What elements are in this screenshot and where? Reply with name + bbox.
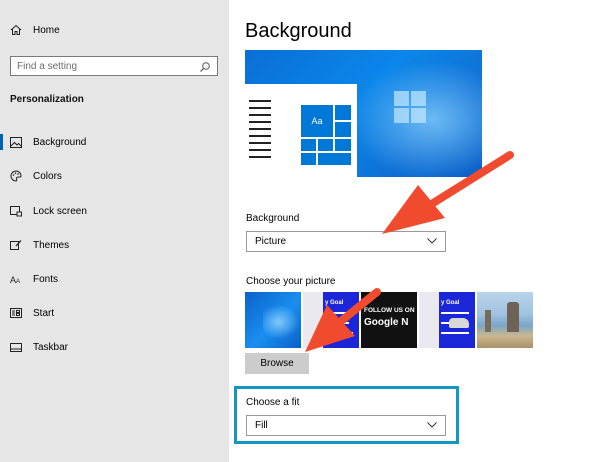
chevron-down-icon (427, 236, 437, 247)
active-indicator (0, 134, 3, 150)
sidebar-item-label: Fonts (33, 273, 59, 285)
sidebar-item-themes[interactable]: Themes (0, 234, 229, 256)
sidebar-item-label: Lock screen (33, 205, 87, 217)
picture-thumbnails: y Goal FOLLOW US ON Google N y Goal (245, 292, 535, 348)
section-title: Personalization (10, 94, 84, 105)
palette-icon (10, 170, 28, 182)
desktop-preview: Aa (245, 50, 482, 177)
search-input[interactable] (17, 60, 199, 72)
thumbnail-promo-3[interactable]: y Goal (419, 292, 475, 348)
fonts-icon: AA (10, 274, 28, 285)
search-box[interactable] (10, 56, 218, 76)
start-icon (10, 308, 28, 318)
sidebar-item-label: Themes (33, 239, 70, 251)
themes-icon (10, 239, 28, 251)
settings-sidebar: Home Personalization Background Colors L… (0, 0, 229, 462)
browse-button[interactable]: Browse (245, 353, 309, 374)
sidebar-item-background[interactable]: Background (0, 131, 229, 153)
background-dropdown[interactable]: Picture (246, 231, 446, 252)
lock-screen-icon (10, 205, 28, 217)
windows-logo (394, 91, 426, 123)
sidebar-item-fonts[interactable]: AA Fonts (0, 268, 229, 290)
thumbnail-beach[interactable] (477, 292, 533, 348)
sidebar-item-label: Colors (33, 170, 62, 182)
taskbar-icon (10, 342, 28, 352)
thumbnail-promo-2[interactable]: FOLLOW US ON Google N (361, 292, 417, 348)
sidebar-item-lock-screen[interactable]: Lock screen (0, 200, 229, 222)
main-panel: Background Aa Background Picture Choose … (229, 0, 600, 462)
fit-dropdown[interactable]: Fill (246, 415, 446, 436)
thumbnail-windows[interactable] (245, 292, 301, 348)
chevron-down-icon (427, 420, 437, 431)
search-icon[interactable] (199, 60, 211, 72)
image-icon (10, 136, 28, 148)
start-menu-preview: Aa (245, 84, 357, 177)
background-value: Picture (255, 236, 287, 247)
thumbnail-promo-1[interactable]: y Goal (303, 292, 359, 348)
home-label: Home (33, 24, 60, 36)
choose-picture-label: Choose your picture (246, 276, 336, 287)
fit-value: Fill (255, 420, 268, 431)
sidebar-item-colors[interactable]: Colors (0, 165, 229, 187)
sidebar-item-taskbar[interactable]: Taskbar (0, 336, 229, 358)
sidebar-item-start[interactable]: Start (0, 302, 229, 324)
home-icon (10, 24, 28, 36)
preview-tile-text: Aa (300, 104, 334, 138)
sidebar-item-label: Taskbar (33, 341, 69, 353)
sidebar-item-label: Background (33, 136, 87, 148)
home-link[interactable]: Home (10, 24, 60, 36)
page-title: Background (245, 20, 352, 42)
sidebar-item-label: Start (33, 307, 55, 319)
svg-text:A: A (16, 279, 20, 285)
background-label: Background (246, 213, 300, 224)
choose-fit-label: Choose a fit (246, 397, 300, 408)
